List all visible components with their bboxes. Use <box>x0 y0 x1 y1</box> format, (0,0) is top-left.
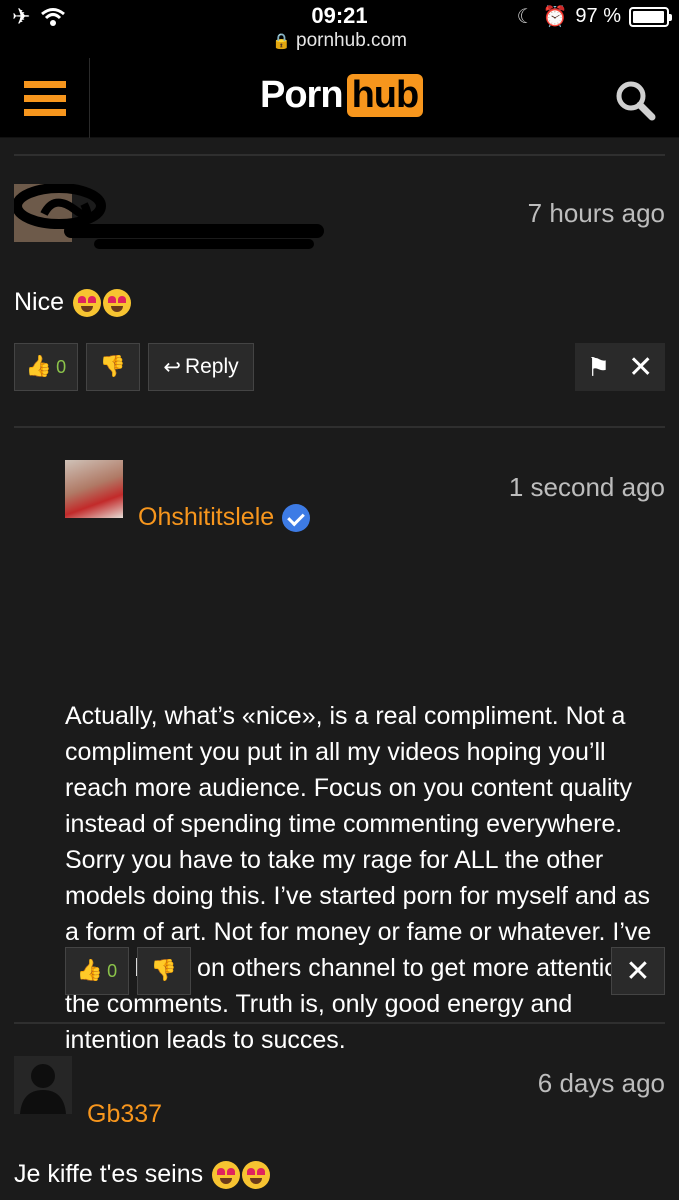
comment: 7 hours ago Nice 👍 0 👎 ↩ Reply ⚑ ✕ <box>14 184 665 424</box>
search-icon[interactable] <box>613 78 657 122</box>
lock-icon: 🔒 <box>272 33 291 50</box>
like-button[interactable]: 👍 0 <box>65 947 129 995</box>
reply-arrow-icon: ↩ <box>163 355 181 379</box>
redacted-username-scribble <box>14 184 324 249</box>
comment-text: Je kiffe t'es seins <box>14 1156 271 1192</box>
comment-text: Actually, what’s «nice», is a real compl… <box>65 702 659 1054</box>
battery-fill <box>633 10 665 23</box>
default-user-icon <box>20 1064 66 1114</box>
avatar[interactable] <box>14 1056 72 1114</box>
like-count: 0 <box>56 356 67 377</box>
heart-eyes-emoji-icon <box>242 1161 271 1190</box>
username[interactable]: Ohshititslele <box>138 503 311 533</box>
logo-hub: hub <box>346 74 424 117</box>
flag-close-group: ⚑ ✕ <box>575 343 665 391</box>
divider <box>14 1022 665 1024</box>
divider <box>14 426 665 428</box>
close-icon: ✕ <box>625 954 651 988</box>
reply-button[interactable]: ↩ Reply <box>148 343 254 391</box>
username[interactable]: Gb337 <box>87 1100 162 1129</box>
logo-porn: Porn <box>260 74 344 116</box>
alarm-icon: ⏰ <box>542 6 568 28</box>
heart-eyes-emoji-icon <box>212 1161 241 1190</box>
avatar[interactable] <box>65 460 123 518</box>
url-text: pornhub.com <box>296 30 407 51</box>
comment-time: 7 hours ago <box>527 198 665 228</box>
heart-eyes-emoji-icon <box>72 289 101 318</box>
verified-badge-icon <box>282 504 311 533</box>
dislike-button[interactable]: 👎 <box>86 343 140 391</box>
site-header: Porn hub <box>0 58 679 138</box>
like-count: 0 <box>107 960 118 981</box>
battery-percent: 97 % <box>575 5 621 27</box>
dislike-button[interactable]: 👎 <box>137 947 191 995</box>
thumbs-up-icon: 👍 <box>25 355 53 378</box>
comment-reply: 1 second ago Ohshititslele Actually, wha… <box>65 460 665 1054</box>
comment-time: 1 second ago <box>508 472 665 502</box>
address-bar[interactable]: 🔒 pornhub.com <box>0 30 679 52</box>
thumbs-down-icon: 👎 <box>150 959 178 982</box>
close-icon[interactable]: ✕ <box>628 350 653 385</box>
menu-button[interactable] <box>0 58 90 138</box>
thumbs-up-icon: 👍 <box>76 959 104 982</box>
like-button[interactable]: 👍 0 <box>14 343 78 391</box>
hamburger-icon <box>23 80 66 88</box>
close-button[interactable]: ✕ <box>611 947 665 995</box>
heart-eyes-emoji-icon <box>102 289 131 318</box>
thumbs-down-icon: 👎 <box>99 355 127 378</box>
status-bar: ✈ 09:21 🔒 pornhub.com ☾ ⏰ 97 % <box>0 0 679 58</box>
site-logo[interactable]: Porn hub <box>260 74 424 117</box>
comment-time: 6 days ago <box>537 1068 665 1098</box>
comment: 6 days ago Gb337 Je kiffe t'es seins <box>14 1056 665 1200</box>
comment-text: Nice <box>14 284 131 320</box>
status-right: ☾ ⏰ 97 % <box>516 4 672 29</box>
moon-icon: ☾ <box>516 6 535 28</box>
divider <box>14 154 665 156</box>
flag-icon[interactable]: ⚑ <box>587 352 610 383</box>
comments-section: 7 hours ago Nice 👍 0 👎 ↩ Reply ⚑ ✕ 1 sec… <box>0 138 679 1200</box>
battery-icon <box>629 6 672 27</box>
